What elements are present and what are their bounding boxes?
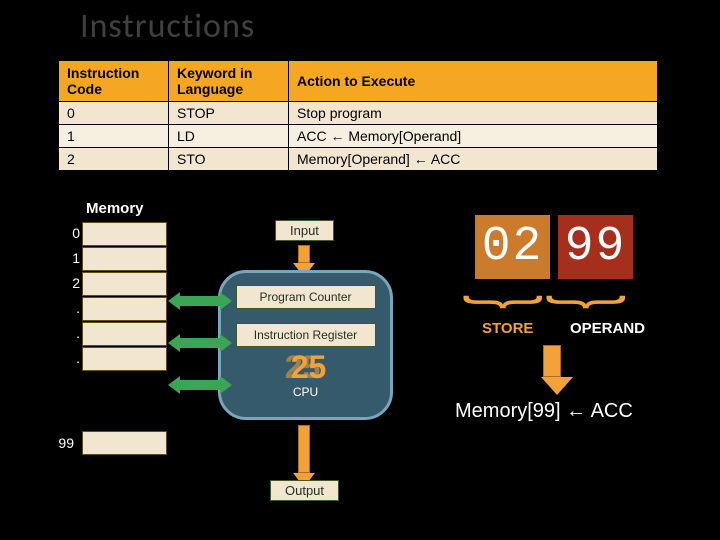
cpu-wheel: 25 25 [236,349,376,385]
operand-label: OPERAND [570,320,645,337]
wheel-front: 25 [239,349,379,386]
cell-code: 0 [59,102,169,125]
memory-cell [82,297,167,321]
cell-action: ACC ← Memory[Operand] [289,125,658,148]
memory-index: . [60,325,80,341]
program-counter: Program Counter [236,285,376,309]
cpu-caption: CPU [236,385,376,399]
memory-label: Memory [86,200,144,217]
opcode-digits: 02 [475,215,550,279]
cpu-box: Program Counter Instruction Register 25 … [218,270,393,420]
brace-icon: } [544,295,640,309]
memory-stack [82,222,167,456]
table-row: 1 LD ACC ← Memory[Operand] [59,125,658,148]
memory-cell [82,431,167,455]
instruction-table: Instruction Code Keyword in Language Act… [58,60,658,171]
cell-action: Memory[Operand] ← ACC [289,148,658,171]
table-row: 0 STOP Stop program [59,102,658,125]
cell-keyword: LD [169,125,289,148]
memory-index: 0 [60,225,80,241]
operand-digits: 99 [558,215,633,279]
input-label: Input [275,220,334,241]
page-title: Instructions [80,6,255,47]
memory-index: 1 [60,250,80,266]
instruction-display: 02 99 [475,215,633,279]
memory-cell [82,272,167,296]
th-code: Instruction Code [59,61,169,102]
cell-keyword: STO [169,148,289,171]
memory-index: 99 [54,435,74,451]
cell-code: 1 [59,125,169,148]
output-label: Output [270,480,339,501]
double-arrow-icon [168,380,232,390]
table-row: 2 STO Memory[Operand] ← ACC [59,148,658,171]
th-action: Action to Execute [289,61,658,102]
memory-cell [82,322,167,346]
arrow-down-icon [293,425,315,487]
action-expression: Memory[99] ← ACC [455,400,633,423]
cell-action: Stop program [289,102,658,125]
brace-icon: } [461,295,557,309]
memory-index: 2 [60,275,80,291]
memory-cell [82,247,167,271]
store-label: STORE [482,320,533,337]
instruction-register: Instruction Register [236,323,376,347]
th-keyword: Keyword in Language [169,61,289,102]
memory-cell [82,222,167,246]
memory-cell [82,347,167,371]
double-arrow-icon [168,296,232,306]
arrow-down-icon [541,345,563,395]
cell-keyword: STOP [169,102,289,125]
memory-index: . [60,300,80,316]
double-arrow-icon [168,338,232,348]
memory-index: . [60,350,80,366]
cell-code: 2 [59,148,169,171]
